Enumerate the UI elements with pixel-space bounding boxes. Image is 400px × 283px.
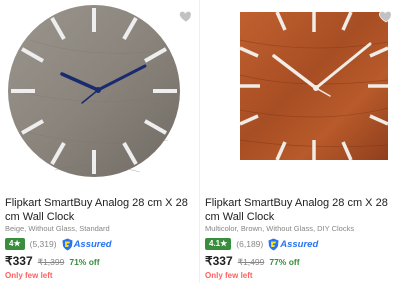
heart-icon[interactable] (178, 8, 194, 24)
rating-badge: 4.1★ (205, 238, 232, 250)
stock-status: Only few left (5, 271, 53, 280)
rating-count: (6,189) (236, 239, 264, 249)
assured-badge: Assured (268, 238, 318, 251)
rating-badge: 4★ (5, 238, 25, 250)
selling-price: ₹337 (205, 254, 233, 268)
product-image-round-clock[interactable] (0, 0, 200, 190)
assured-label: Assured (73, 238, 112, 250)
original-price: ₹1,399 (37, 257, 65, 267)
discount-percent: 71% off (69, 257, 100, 267)
product-card-2[interactable]: Flipkart SmartBuy Analog 28 cm X 28 cm W… (200, 0, 400, 283)
flipkart-assured-badge-icon (62, 238, 73, 250)
product-title[interactable]: Flipkart SmartBuy Analog 28 cm X 28 cm W… (5, 196, 193, 224)
rating-count: (5,319) (29, 239, 57, 249)
discount-percent: 77% off (269, 257, 300, 267)
selling-price: ₹337 (5, 254, 33, 268)
original-price: ₹1,499 (237, 257, 265, 267)
product-title[interactable]: Flipkart SmartBuy Analog 28 cm X 28 cm W… (205, 196, 393, 224)
product-subtitle: Multicolor, Brown, Without Glass, DIY Cl… (205, 224, 355, 233)
heart-icon[interactable] (378, 8, 394, 24)
flipkart-assured-badge-icon (268, 238, 279, 250)
stock-status: Only few left (205, 271, 253, 280)
assured-badge: Assured (62, 238, 112, 251)
product-subtitle: Beige, Without Glass, Standard (5, 224, 110, 233)
assured-label: Assured (280, 238, 319, 250)
product-image-square-clock[interactable] (200, 0, 400, 190)
price-row: ₹337 ₹1,399 71% off (5, 254, 100, 268)
rating-row: 4★ (5,319) Assured (5, 237, 112, 251)
rating-row: 4.1★ (6,189) Assured (205, 237, 318, 251)
product-card-1[interactable]: Flipkart SmartBuy Analog 28 cm X 28 cm W… (0, 0, 200, 283)
price-row: ₹337 ₹1,499 77% off (205, 254, 300, 268)
